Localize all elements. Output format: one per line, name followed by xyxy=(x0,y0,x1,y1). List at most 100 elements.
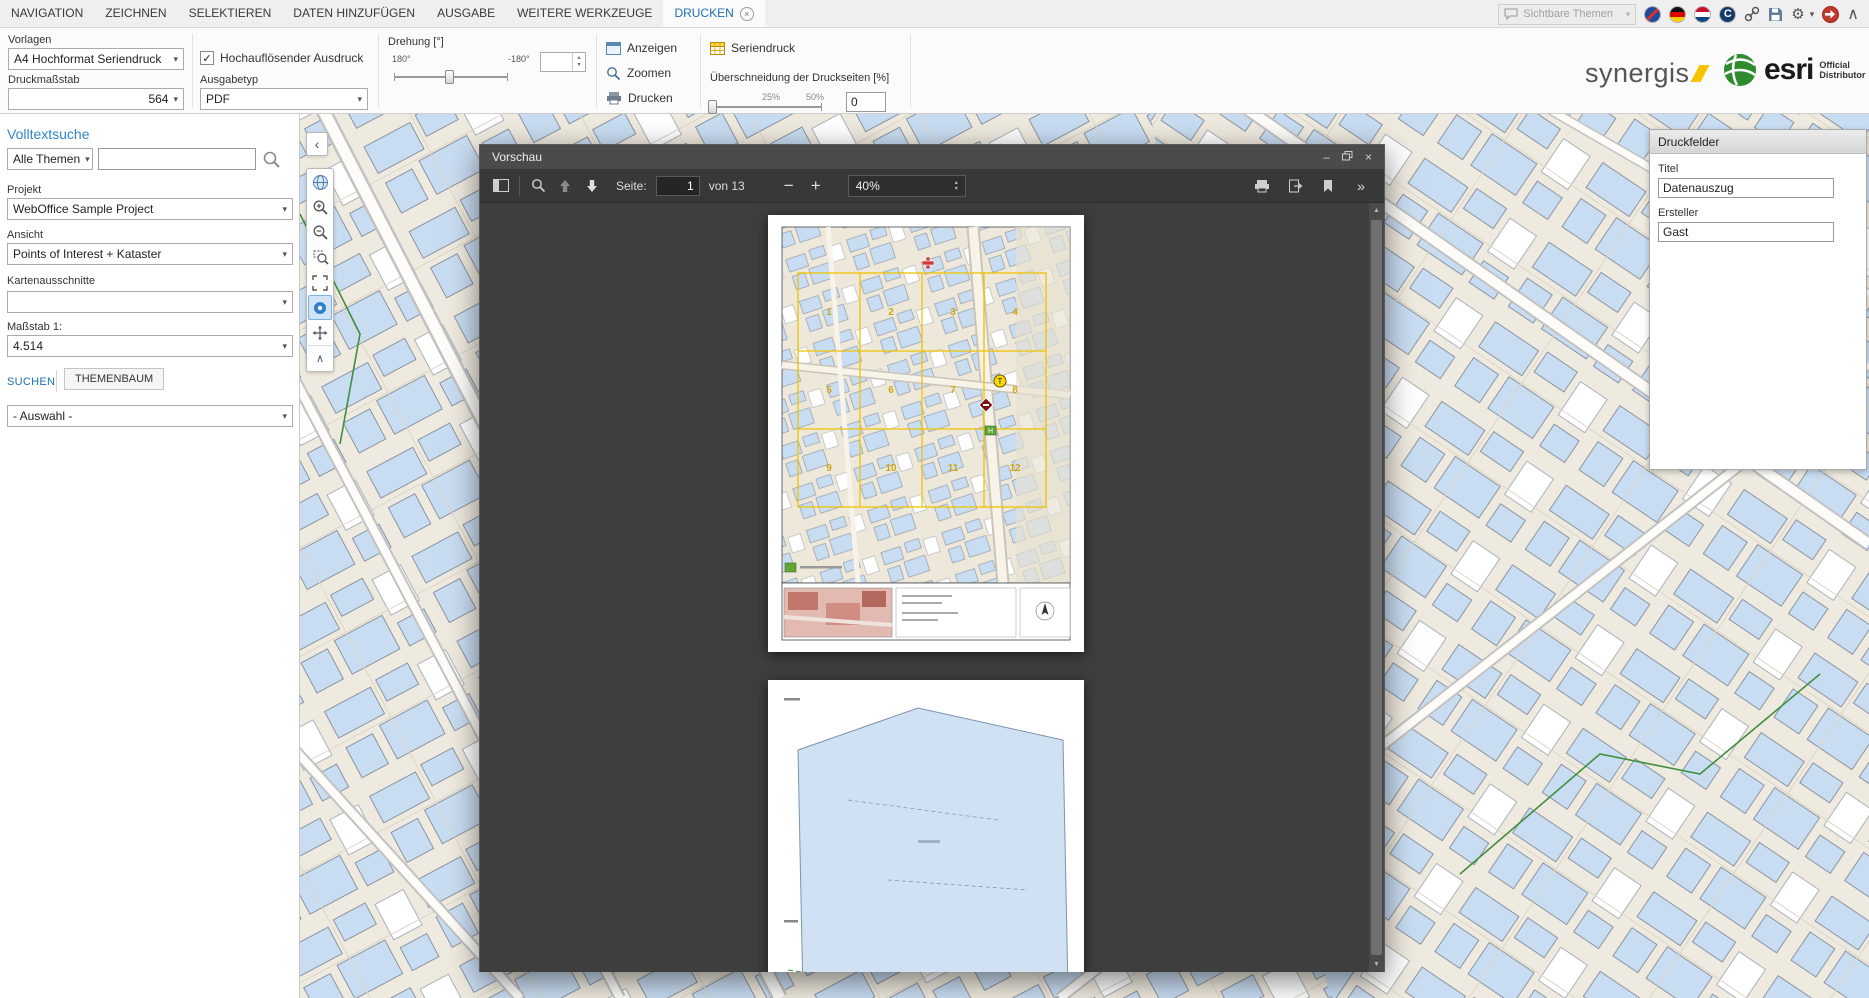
projekt-select[interactable]: WebOffice Sample Project ▾ xyxy=(7,198,293,220)
seriendruck-button[interactable]: Seriendruck xyxy=(710,38,795,58)
zoom-in-icon[interactable] xyxy=(308,195,332,220)
ausgabetyp-value: PDF xyxy=(206,92,230,106)
scroll-up-icon[interactable]: ▲ xyxy=(1369,203,1384,218)
scroll-down-icon[interactable]: ▼ xyxy=(1369,957,1384,972)
spinner-arrows-icon[interactable]: ▴ ▾ xyxy=(572,53,585,71)
ansicht-select[interactable]: Points of Interest + Kataster ▾ xyxy=(7,243,293,265)
esri-logo-text: esri xyxy=(1764,53,1813,87)
pan-icon[interactable] xyxy=(308,320,332,345)
zoom-out-icon[interactable] xyxy=(308,220,332,245)
restore-icon[interactable] xyxy=(1342,150,1353,164)
collapse-ribbon-icon[interactable]: ∧ xyxy=(1847,4,1859,24)
druckmassstab-combo[interactable]: 564 ▾ xyxy=(8,88,184,110)
drucken-button[interactable]: Drucken xyxy=(606,88,673,108)
preview-scrollbar[interactable]: ▲ ▼ xyxy=(1369,203,1384,972)
preview-page-1[interactable]: T H xyxy=(768,215,1084,652)
copernicus-icon[interactable]: C xyxy=(1719,6,1736,23)
volltextsuche-link[interactable]: Volltextsuche xyxy=(7,126,90,142)
fulltext-search-input[interactable] xyxy=(98,148,256,170)
full-extent-icon[interactable] xyxy=(308,270,332,295)
svg-text:T: T xyxy=(998,377,1003,386)
tab-navigation[interactable]: NAVIGATION xyxy=(0,0,94,27)
spin-down-icon[interactable]: ▾ xyxy=(577,62,580,69)
bookmark-icon[interactable] xyxy=(1319,174,1337,198)
chevron-down-icon: ▾ xyxy=(173,54,178,65)
gear-glyph: ⚙ xyxy=(1791,5,1804,23)
themen-filter-select[interactable]: Alle Themen ▾ xyxy=(7,148,93,170)
tab-suchen[interactable]: SUCHEN xyxy=(7,376,55,388)
tab-themenbaum[interactable]: THEMENBAUM xyxy=(64,368,164,390)
kartenausschnitte-select[interactable]: ▾ xyxy=(7,291,293,313)
identify-tool-icon[interactable] xyxy=(308,295,332,320)
language-flag-nl-icon[interactable] xyxy=(1694,6,1711,23)
tabbar-right-controls: Sichtbare Themen ▾ C ⚙ ▾ ∧ xyxy=(1498,3,1859,25)
sidebar-toggle-icon[interactable] xyxy=(492,174,510,198)
page-number-input[interactable] xyxy=(656,176,700,196)
next-page-icon[interactable] xyxy=(583,174,601,198)
auswahl-select[interactable]: - Auswahl - ▾ xyxy=(7,405,293,427)
vorlagen-label: Vorlagen xyxy=(8,34,51,46)
dialog-title: Vorschau xyxy=(492,150,542,164)
minimize-icon[interactable]: – xyxy=(1323,150,1330,164)
chevron-down-icon: ▾ xyxy=(85,154,90,165)
close-tab-icon[interactable]: × xyxy=(740,7,754,21)
ueberschneidung-slider-track[interactable] xyxy=(712,106,822,108)
svg-text:H: H xyxy=(988,428,993,435)
zoom-in-button[interactable]: + xyxy=(807,174,825,198)
themen-filter-value: Alle Themen xyxy=(13,152,80,166)
tab-zeichnen[interactable]: ZEICHNEN xyxy=(94,0,177,27)
more-tools-icon[interactable]: » xyxy=(1352,174,1370,198)
ausgabetyp-select[interactable]: PDF ▾ xyxy=(200,88,368,110)
drehung-slider-handle[interactable] xyxy=(445,70,454,84)
anzeigen-button[interactable]: Anzeigen xyxy=(606,38,677,58)
globe-icon[interactable] xyxy=(308,170,332,195)
settings-gear-icon[interactable]: ⚙ ▾ xyxy=(1791,5,1814,23)
druckfelder-header[interactable]: Druckfelder xyxy=(1650,130,1866,154)
window-buttons: – × xyxy=(1323,150,1372,164)
ribbon-separator xyxy=(700,34,701,108)
auswahl-value: - Auswahl - xyxy=(13,409,72,423)
spin-up-icon[interactable]: ▴ xyxy=(577,55,580,62)
ueberschneidung-slider-handle[interactable] xyxy=(708,100,717,114)
zoom-out-button[interactable]: − xyxy=(780,174,798,198)
vorlagen-select[interactable]: A4 Hochformat Seriendruck ▾ xyxy=(8,48,184,70)
massstab-value: 4.514 xyxy=(13,339,43,353)
search-document-icon[interactable] xyxy=(529,174,547,198)
ueberschneidung-input[interactable] xyxy=(846,92,886,112)
tab-weitere-werkzeuge[interactable]: WEITERE WERKZEUGE xyxy=(506,0,663,27)
drehung-spinner[interactable]: ▴ ▾ xyxy=(540,52,586,72)
search-icon[interactable] xyxy=(262,150,281,174)
tab-ausgabe[interactable]: AUSGABE xyxy=(426,0,506,27)
language-flag-de-icon[interactable] xyxy=(1669,6,1686,23)
drucken-label: Drucken xyxy=(628,91,673,105)
checkbox-checked-icon[interactable]: ✓ xyxy=(200,51,214,65)
close-icon[interactable]: × xyxy=(1365,150,1372,164)
tab-daten-hinzufuegen[interactable]: DATEN HINZUFÜGEN xyxy=(282,0,426,27)
save-icon[interactable] xyxy=(1768,7,1783,22)
logout-icon[interactable] xyxy=(1822,6,1839,23)
export-icon[interactable] xyxy=(1286,174,1304,198)
toolbar-divider xyxy=(519,176,520,196)
titel-input[interactable] xyxy=(1658,178,1834,198)
hochaufloesend-checkbox-row[interactable]: ✓ Hochauflösender Ausdruck xyxy=(200,48,363,68)
link-icon[interactable] xyxy=(1744,6,1760,22)
zoom-window-icon[interactable] xyxy=(308,245,332,270)
preview-page-2[interactable] xyxy=(768,680,1084,972)
tab-drucken[interactable]: DRUCKEN × xyxy=(663,0,764,27)
previous-page-icon[interactable] xyxy=(556,174,574,198)
sidebar-collapse-button[interactable]: ‹ xyxy=(306,132,328,156)
toolbar-collapse-icon[interactable]: ∧ xyxy=(308,345,332,370)
print-icon[interactable] xyxy=(1253,174,1271,198)
preview-content[interactable]: T H xyxy=(480,203,1384,972)
tab-selektieren[interactable]: SELEKTIEREN xyxy=(178,0,283,27)
ersteller-input[interactable] xyxy=(1658,222,1834,242)
scrollbar-thumb[interactable] xyxy=(1371,220,1382,955)
zoomen-button[interactable]: Zoomen xyxy=(606,63,671,83)
language-flag-en-icon[interactable] xyxy=(1644,6,1661,23)
chevron-down-icon: ▾ xyxy=(1626,9,1631,20)
dialog-titlebar[interactable]: Vorschau – × xyxy=(480,145,1384,169)
massstab-select[interactable]: 4.514 ▾ xyxy=(7,335,293,357)
spin-down-icon[interactable]: ▾ xyxy=(955,186,958,192)
zoomen-label: Zoomen xyxy=(627,66,671,80)
zoom-level-select[interactable]: 40% ▴ ▾ xyxy=(848,175,966,197)
